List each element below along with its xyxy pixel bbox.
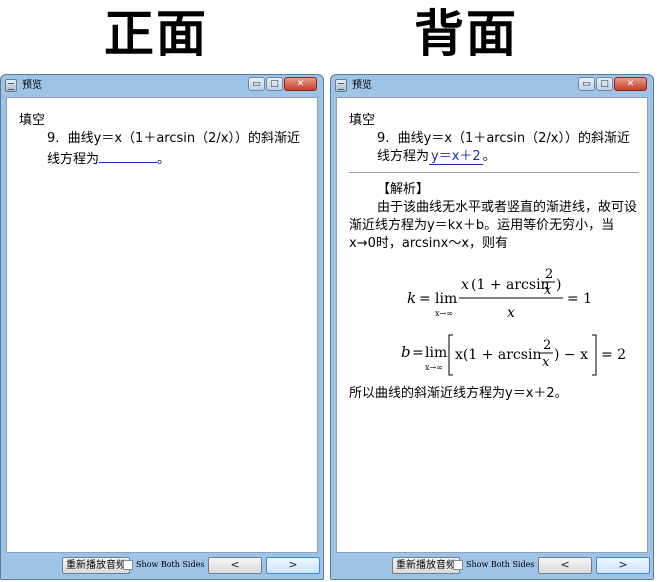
maximize-button[interactable]: □ — [596, 77, 613, 91]
question-type: 填空 — [19, 113, 46, 128]
close-button[interactable]: ✕ — [614, 77, 647, 91]
svg-text:2: 2 — [543, 338, 551, 353]
title-bar[interactable]: 预览 ▭ □ ✕ — [1, 75, 323, 97]
svg-text:x: x — [544, 283, 552, 298]
formula-b: b = lim x→∞ x(1 + arcsin 2 x ) − x = 2 — [349, 329, 639, 385]
formula-k-lim: lim — [435, 291, 457, 307]
formula-k-lhs: k — [407, 289, 416, 307]
app-icon — [335, 79, 347, 92]
footer-bar: 重新播放音频 Show Both Sides < > — [6, 555, 320, 577]
card-front-view: 填空 9. 曲线y＝x（1＋arcsin（2/x））的斜渐近线方程为。 — [6, 97, 318, 553]
next-button[interactable]: > — [266, 557, 320, 574]
show-both-sides-checkbox[interactable] — [453, 560, 463, 570]
explanation-title: 【解析】 — [377, 182, 430, 197]
next-button[interactable]: > — [596, 557, 650, 574]
svg-text:x: x — [542, 355, 550, 370]
preview-window-front: 预览 ▭ □ ✕ 填空 9. 曲线y＝x（1＋arcsin（2/x））的斜渐近线… — [0, 74, 324, 580]
maximize-button[interactable]: □ — [266, 77, 283, 91]
app-icon — [5, 79, 17, 92]
show-both-sides-checkbox[interactable] — [123, 560, 133, 570]
question-type: 填空 — [349, 113, 376, 128]
formula-b-lim-under: x→∞ — [425, 363, 443, 372]
title-bar[interactable]: 预览 ▭ □ ✕ — [331, 75, 653, 97]
explanation-text: 由于该曲线无水平或者竖直的渐进线，故可设渐近线方程为y＝kx＋b。运用等价无穷小… — [349, 200, 638, 251]
svg-text:(1 + arcsin: (1 + arcsin — [471, 277, 550, 293]
svg-text:): ) — [556, 277, 561, 293]
formula-k: k = lim x→∞ x (1 + arcsin 2 x ) x = 1 — [349, 263, 639, 329]
answer-blank — [99, 148, 158, 163]
minimize-button[interactable]: ▭ — [578, 77, 595, 91]
formula-k-result: = 1 — [567, 291, 592, 307]
formula-b-result: = 2 — [601, 347, 626, 363]
svg-text:=: = — [412, 345, 424, 361]
close-button[interactable]: ✕ — [284, 77, 317, 91]
window-title: 预览 — [22, 80, 42, 91]
formula-b-lhs: b — [401, 343, 411, 361]
explanation-conclusion: 所以曲线的斜渐近线方程为y＝x＋2。 — [349, 386, 568, 401]
back-side-heading: 背面 — [414, 4, 518, 63]
previous-button[interactable]: < — [538, 557, 592, 574]
svg-text:2: 2 — [545, 267, 553, 282]
question-text: 9. 曲线y＝x（1＋arcsin（2/x））的斜渐近线方程为 y＝x＋2。 — [377, 131, 630, 165]
minimize-button[interactable]: ▭ — [248, 77, 265, 91]
svg-text:) − x: ) − x — [554, 347, 588, 363]
previous-button[interactable]: < — [208, 557, 262, 574]
front-side-heading: 正面 — [104, 4, 208, 63]
svg-text:x: x — [507, 305, 515, 321]
show-both-sides-label[interactable]: Show Both Sides — [136, 559, 204, 571]
svg-text:x(1 + arcsin: x(1 + arcsin — [455, 347, 541, 363]
preview-window-back: 预览 ▭ □ ✕ 填空 9. 曲线y＝x（1＋arcsin（2/x））的斜渐近线… — [330, 74, 654, 580]
window-title: 预览 — [352, 80, 372, 91]
footer-bar: 重新播放音频 Show Both Sides < > — [336, 555, 650, 577]
card-back-view: 填空 9. 曲线y＝x（1＋arcsin（2/x））的斜渐近线方程为 y＝x＋2。… — [336, 97, 648, 553]
formula-k-lim-under: x→∞ — [435, 309, 453, 318]
divider — [349, 172, 639, 173]
replay-audio-button[interactable]: 重新播放音频 — [62, 557, 130, 574]
svg-text:=: = — [419, 291, 431, 307]
svg-text:x: x — [461, 277, 469, 293]
replay-audio-button[interactable]: 重新播放音频 — [392, 557, 460, 574]
formula-b-lim: lim — [425, 345, 447, 361]
answer-text: y＝x＋2 — [429, 149, 483, 165]
question-text: 9. 曲线y＝x（1＋arcsin（2/x））的斜渐近线方程为。 — [47, 131, 300, 167]
show-both-sides-label[interactable]: Show Both Sides — [466, 559, 534, 571]
